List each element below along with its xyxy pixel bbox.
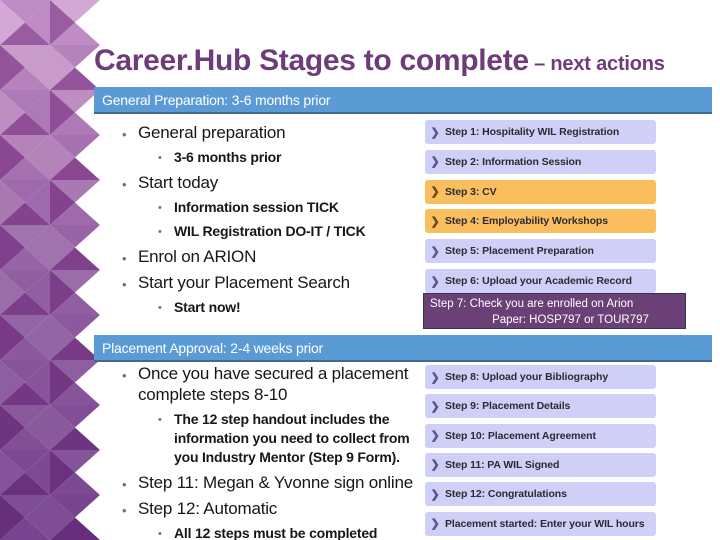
bullet-item: • Once you have secured a placement compl… [122,363,425,405]
step-button-label: Step 6: Upload your Academic Record [445,275,632,287]
step-button-top-2[interactable]: ❯ Step 2: Information Session [425,149,656,174]
step-button-label: Placement started: Enter your WIL hours [445,517,645,530]
step-button-label: Step 8: Upload your Bibliography [445,371,609,383]
bullet-item: • Step 11: Megan & Yvonne sign online [122,472,425,493]
step-button-label: Step 11: PA WIL Signed [445,458,560,471]
bullet-dot-icon: • [122,251,127,266]
bullet-dot-icon: • [158,414,162,426]
bullet-dot-icon: • [158,302,162,314]
step-button-bottom-4[interactable]: ❯ Step 11: PA WIL Signed [425,452,656,477]
step-7-line-2: Paper: HOSP797 or TOUR797 [492,314,649,326]
chevron-right-icon: ❯ [430,186,440,199]
bullet-text: Start your Placement Search [138,273,350,292]
step-button-top-5[interactable]: ❯ Step 5: Placement Preparation [425,239,656,264]
step-button-label: Step 3: CV [445,185,497,198]
bullet-item: • Start now! [158,298,425,317]
bullet-dot-icon: • [122,368,127,383]
bullet-dot-icon: • [158,152,162,164]
section-header-placement-approval: Placement Approval: 2-4 weeks prior [94,335,712,362]
bullet-text: Start today [138,173,219,192]
chevron-right-icon: ❯ [430,459,440,472]
step-button-top-6[interactable]: ❯ Step 6: Upload your Academic Record [425,269,656,293]
page-title-sub: – next actions [528,53,665,75]
bullet-dot-icon: • [158,202,162,214]
step-button-bottom-3[interactable]: ❯ Step 10: Placement Agreement [425,423,656,448]
bullet-text: 3-6 months prior [174,149,282,165]
step-button-label: Step 9: Placement Details [445,400,571,413]
page-title-main: Career.Hub Stages to complete [94,44,529,77]
bullet-item: • General preparation [122,122,425,143]
step-button-top-4[interactable]: ❯ Step 4: Employability Workshops [425,209,656,234]
bullet-text: Enrol on ARION [138,247,257,266]
chevron-right-icon: ❯ [430,126,440,139]
bullet-dot-icon: • [158,528,162,540]
bullet-text: WIL Registration DO-IT / TICK [174,223,366,239]
chevron-right-icon: ❯ [430,400,440,413]
chevron-right-icon: ❯ [430,371,440,384]
chevron-right-icon: ❯ [430,245,440,258]
step-button-bottom-2[interactable]: ❯ Step 9: Placement Details [425,394,656,419]
bullet-text: Information session TICK [174,199,339,215]
page-title: Career.Hub Stages to complete – next act… [94,44,710,84]
bullet-item: • Step 12: Automatic [122,498,425,519]
step-button-bottom-1[interactable]: ❯ Step 8: Upload your Bibliography [425,365,656,389]
step-button-label: Step 1: Hospitality WIL Registration [445,126,620,138]
bullet-text: Step 12: Automatic [138,499,278,518]
bullet-dot-icon: • [122,477,127,492]
chevron-right-icon: ❯ [430,488,440,501]
bullet-dot-icon: • [122,277,127,292]
step-button-label: Step 10: Placement Agreement [445,429,596,442]
bullet-dot-icon: • [122,127,127,142]
section-header-general-preparation: General Preparation: 3-6 months prior [94,87,712,114]
step-button-top-1[interactable]: ❯ Step 1: Hospitality WIL Registration [425,120,656,144]
step-button-label: Step 2: Information Session [445,155,582,168]
step-button-bottom-5[interactable]: ❯ Step 12: Congratulations [425,482,656,507]
chevron-right-icon: ❯ [430,430,440,443]
step-button-top-3[interactable]: ❯ Step 3: CV [425,179,656,204]
step-button-bottom-6[interactable]: ❯ Placement started: Enter your WIL hours [425,511,656,536]
chevron-right-icon: ❯ [430,215,440,228]
chevron-right-icon: ❯ [430,156,440,169]
decorative-chevron-band [0,0,100,540]
bullet-text: Once you have secured a placement comple… [138,364,409,404]
bullet-text: All 12 steps must be completed [174,525,378,540]
bullet-text: Start now! [174,299,241,315]
chevron-right-icon: ❯ [430,275,440,288]
step-button-label: Step 4: Employability Workshops [445,215,608,228]
bullet-item: • Information session TICK [158,198,425,217]
step-button-label: Step 5: Placement Preparation [445,245,594,258]
bullet-item: • All 12 steps must be completed [158,524,425,540]
bullet-item: • Start your Placement Search [122,272,425,293]
bullet-dot-icon: • [122,503,127,518]
bullet-item: • 3-6 months prior [158,148,425,167]
bullet-text: Step 11: Megan & Yvonne sign online [138,473,413,492]
chevron-right-icon: ❯ [430,518,440,530]
bullet-item: • Start today [122,172,425,193]
bullet-item: • WIL Registration DO-IT / TICK [158,222,425,241]
step-button-label: Step 12: Congratulations [445,488,567,501]
step-7-line-1: Step 7: Check you are enrolled on Arion [430,298,634,310]
chevron-pattern-graphic [0,0,100,540]
bullet-item: • The 12 step handout includes the inform… [158,410,425,467]
bullet-dot-icon: • [158,226,162,238]
bullet-list-general-preparation: • General preparation • 3-6 months prior • St… [100,122,425,318]
bullet-dot-icon: • [122,177,127,192]
step-7-callout: Step 7: Check you are enrolled on Arion … [423,293,686,329]
slide-canvas: Career.Hub Stages to complete – next act… [0,0,720,540]
bullet-item: • Enrol on ARION [122,246,425,267]
bullet-text: The 12 step handout includes the informa… [174,411,410,465]
bullet-list-placement-approval: • Once you have secured a placement compl… [100,363,425,540]
bullet-text: General preparation [138,123,286,142]
